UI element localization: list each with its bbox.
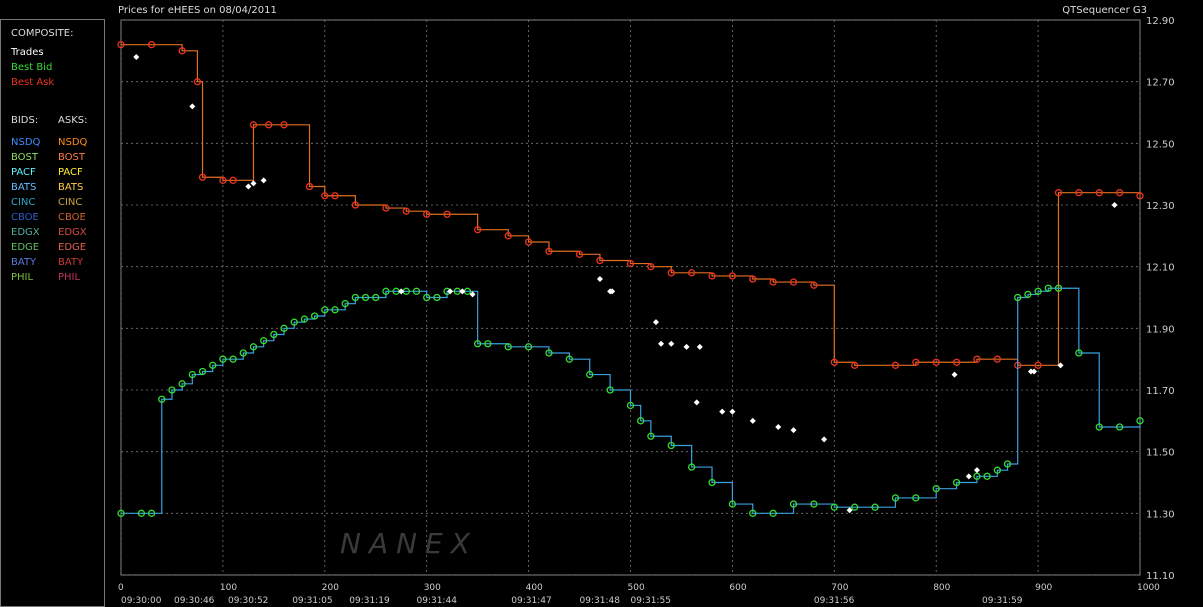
time-label: 09:31:56 [814, 596, 855, 606]
x-tick-label: 900 [1035, 583, 1052, 593]
y-tick-label: 11.10 [1146, 571, 1175, 582]
time-label: 09:31:05 [292, 596, 332, 606]
x-tick-label: 700 [831, 583, 848, 593]
x-tick-label: 500 [628, 583, 645, 593]
y-tick-label: 12.10 [1146, 263, 1175, 274]
y-tick-label: 11.90 [1146, 324, 1175, 335]
x-tick-label: 400 [526, 583, 543, 593]
watermark-logo: NANEX [340, 527, 478, 560]
y-tick-label: 12.50 [1146, 139, 1175, 150]
y-tick-label: 12.70 [1146, 78, 1175, 89]
x-tick-label: 100 [220, 583, 237, 593]
time-label: 09:30:46 [174, 596, 215, 606]
time-label: 09:31:48 [580, 596, 621, 606]
x-tick-label: 800 [933, 583, 950, 593]
x-tick-label: 600 [729, 583, 746, 593]
time-label: 09:30:00 [121, 596, 162, 606]
time-label: 09:31:59 [982, 596, 1023, 606]
x-tick-label: 200 [322, 583, 339, 593]
price-chart: 12.90 12.70 12.50 12.30 12.10 11.90 11.70 11.50… [117, 16, 1175, 606]
y-tick-label: 11.30 [1146, 509, 1175, 520]
y-tick-label: 11.70 [1146, 386, 1175, 397]
time-label: 09:31:44 [417, 596, 458, 606]
time-label: 09:30:52 [228, 596, 268, 606]
y-tick-label: 11.50 [1146, 448, 1175, 459]
time-label: 09:31:55 [631, 596, 671, 606]
time-label: 09:31:47 [511, 596, 551, 606]
x-tick-label: 0 [118, 583, 124, 593]
y-tick-label: 12.30 [1146, 201, 1175, 212]
x-tick-label: 1000 [1137, 583, 1160, 593]
x-tick-label: 300 [424, 583, 441, 593]
y-tick-label: 12.90 [1146, 16, 1175, 27]
time-label: 09:31:19 [349, 596, 390, 606]
